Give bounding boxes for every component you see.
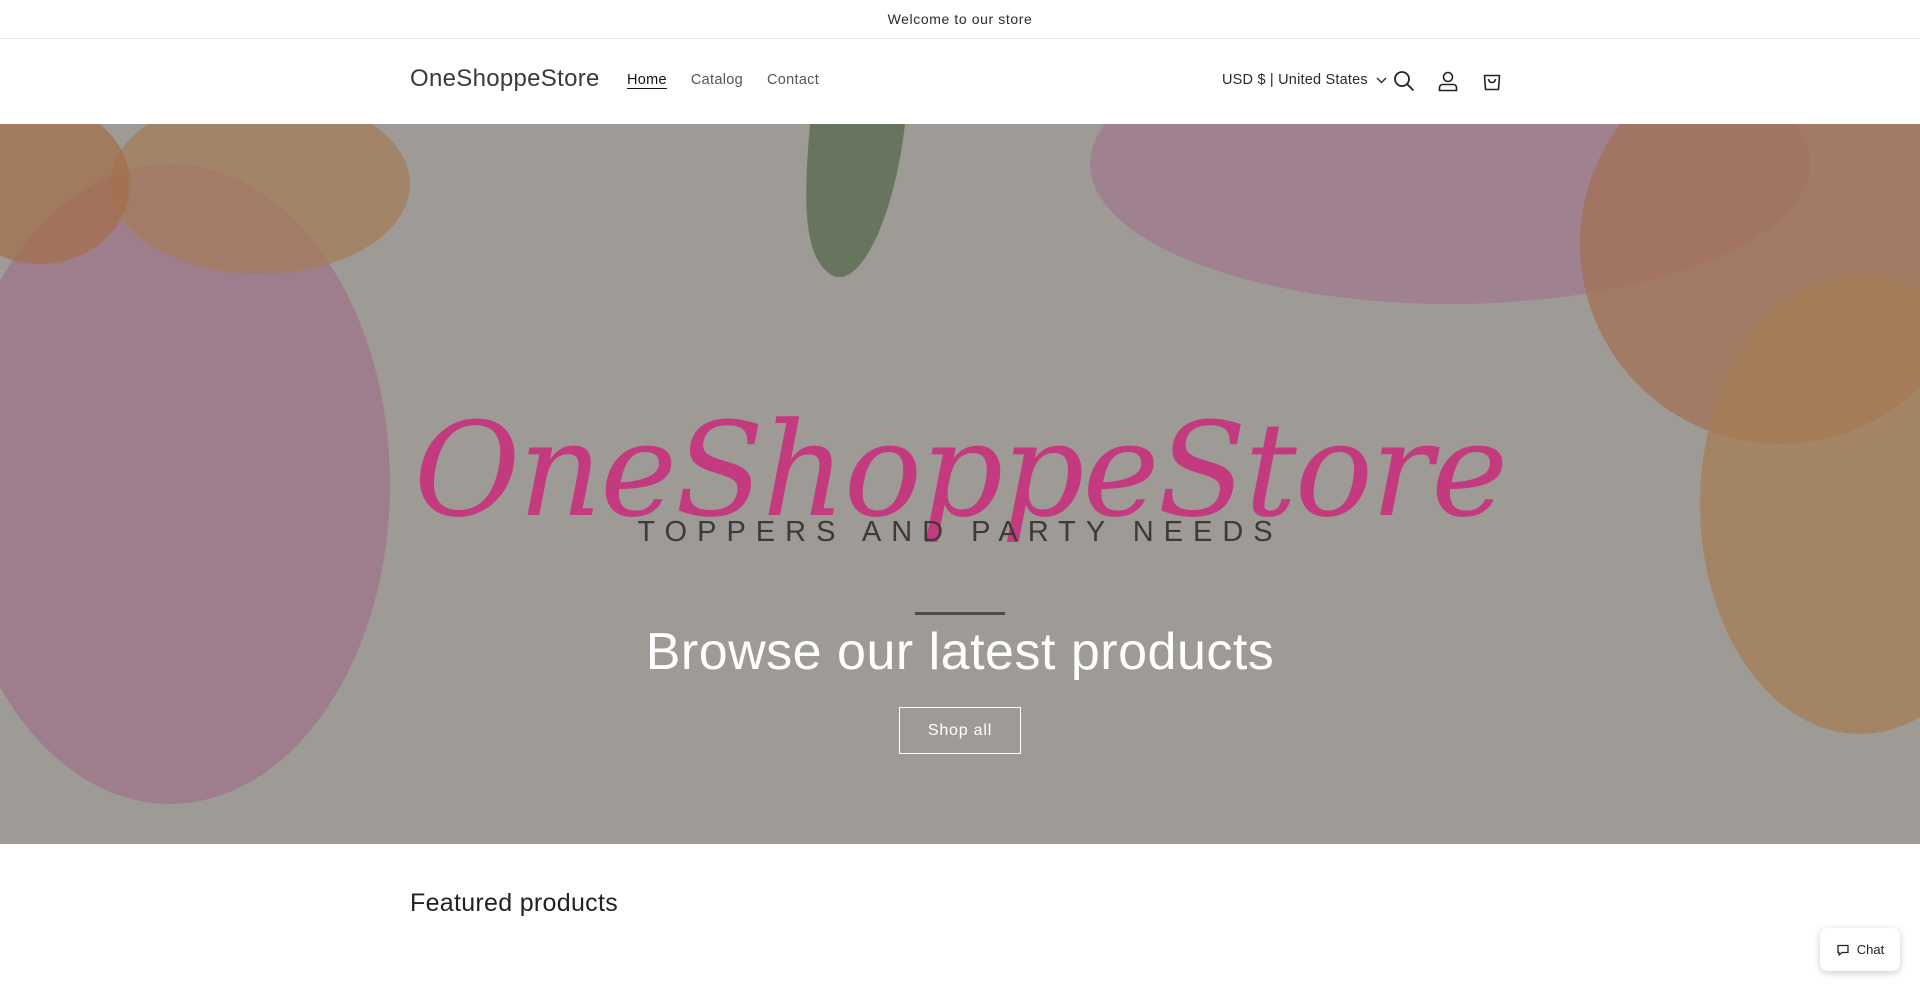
main-nav: Home Catalog Contact [627, 72, 819, 88]
search-icon [1394, 71, 1415, 92]
hero-title: Browse our latest products [645, 623, 1275, 681]
announcement-text: Welcome to our store [887, 11, 1033, 27]
cart-icon [1483, 74, 1501, 91]
account-icon [1438, 71, 1458, 92]
chat-label: Chat [1856, 942, 1885, 957]
store-logo[interactable]: OneShoppeStore [410, 65, 600, 93]
locale-label: USD $ | United States [1222, 72, 1368, 88]
cart-button[interactable] [1479, 68, 1505, 94]
search-button[interactable] [1391, 68, 1417, 94]
hero-divider [915, 612, 1005, 615]
chevron-down-icon [1376, 76, 1387, 84]
hero-banner: OneShoppeStore TOPPERS AND PARTY NEEDS B… [0, 124, 1920, 844]
nav-contact[interactable]: Contact [767, 72, 819, 88]
nav-home[interactable]: Home [627, 72, 667, 88]
announcement-bar: Welcome to our store [0, 0, 1920, 39]
nav-catalog[interactable]: Catalog [691, 72, 743, 88]
shop-all-button[interactable]: Shop all [899, 707, 1021, 754]
hero-brand-tagline: TOPPERS AND PARTY NEEDS [637, 516, 1283, 548]
currency-country-selector[interactable]: USD $ | United States [1222, 72, 1387, 88]
site-header: OneShoppeStore Home Catalog Contact USD … [0, 39, 1920, 124]
chat-button[interactable]: Chat [1820, 928, 1900, 971]
featured-products-heading: Featured products [410, 889, 618, 917]
chat-icon [1837, 944, 1849, 956]
account-button[interactable] [1435, 68, 1461, 94]
